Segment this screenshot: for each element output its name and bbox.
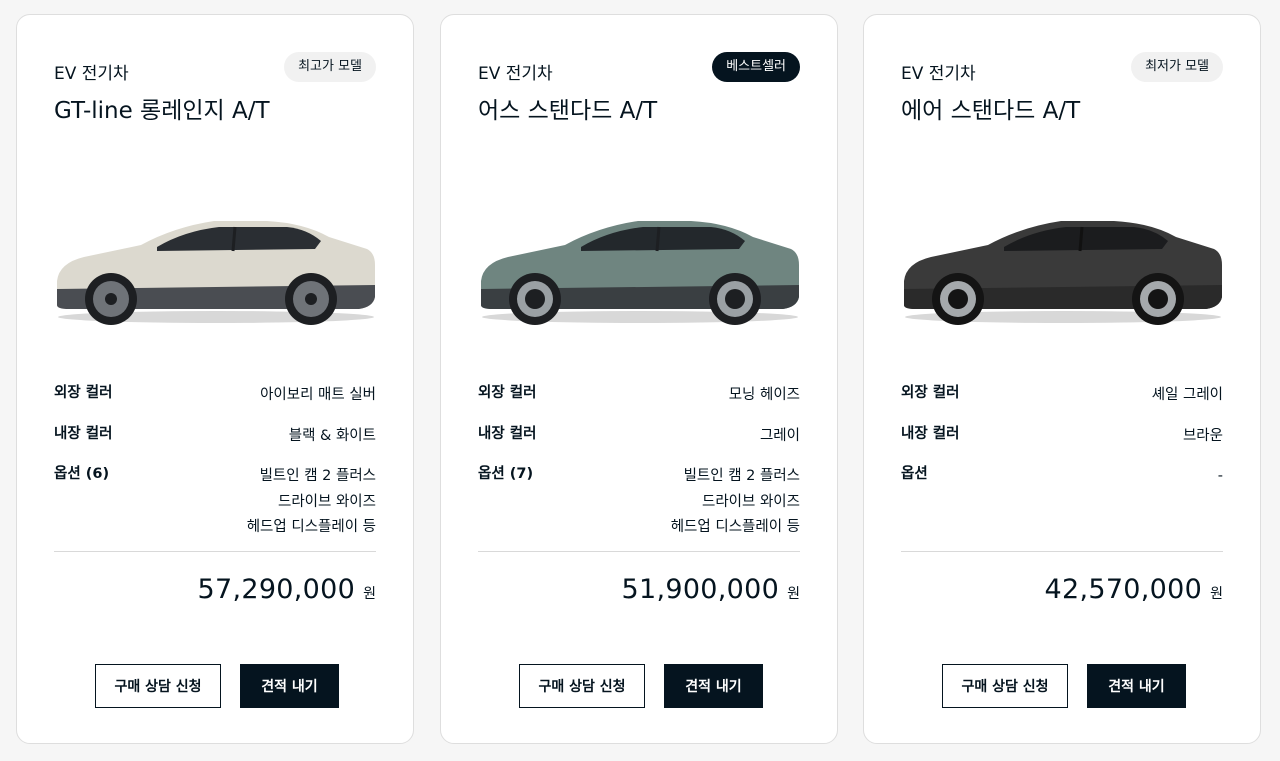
option-item: 드라이브 와이즈 bbox=[702, 493, 800, 510]
card-badge: 베스트셀러 bbox=[712, 52, 800, 82]
divider bbox=[54, 551, 376, 552]
car-image bbox=[904, 221, 1222, 325]
card-category: EV 전기차 bbox=[901, 64, 976, 84]
card-category: EV 전기차 bbox=[54, 64, 129, 84]
trim-cards: EV 전기차 최고가 모델 GT-line 롱레인지 A/T 외장 컬러 아이보… bbox=[0, 0, 1280, 761]
price-value: 42,570,000 bbox=[1044, 574, 1203, 605]
price: 42,570,000 원 bbox=[1045, 574, 1223, 605]
spec-value: 아이보리 매트 실버 bbox=[260, 387, 376, 403]
spec-options-list: 빌트인 캠 2 플러스 드라이브 와이즈 헤드업 디스플레이 등 bbox=[247, 464, 376, 541]
trim-card-gt-line: EV 전기차 최고가 모델 GT-line 롱레인지 A/T 외장 컬러 아이보… bbox=[16, 14, 414, 744]
spec-label: 외장 컬러 bbox=[478, 385, 537, 401]
consult-button[interactable]: 구매 상담 신청 bbox=[942, 664, 1068, 708]
card-title: GT-line 롱레인지 A/T bbox=[54, 98, 270, 124]
option-item: 헤드업 디스플레이 등 bbox=[670, 519, 800, 535]
spec-label: 내장 컬러 bbox=[901, 426, 960, 442]
spec-value: 브라운 bbox=[1182, 428, 1223, 444]
spec-label: 외장 컬러 bbox=[901, 385, 960, 401]
option-item: 빌트인 캠 2 플러스 bbox=[683, 468, 800, 484]
spec-value: 모닝 헤이즈 bbox=[728, 387, 800, 403]
trim-card-earth: EV 전기차 베스트셀러 어스 스탠다드 A/T 외장 컬러 모닝 헤이즈 내장… bbox=[440, 14, 838, 744]
spec-label: 내장 컬러 bbox=[478, 426, 537, 442]
car-image bbox=[481, 221, 799, 325]
consult-button[interactable]: 구매 상담 신청 bbox=[519, 664, 645, 708]
price-unit: 원 bbox=[787, 586, 800, 602]
card-badge: 최고가 모델 bbox=[284, 52, 376, 82]
spec-label: 외장 컬러 bbox=[54, 385, 113, 401]
card-badge: 최저가 모델 bbox=[1131, 52, 1223, 82]
card-title: 에어 스탠다드 A/T bbox=[901, 98, 1081, 124]
trim-card-air: EV 전기차 최저가 모델 에어 스탠다드 A/T 외장 컬러 셰일 그레이 내… bbox=[863, 14, 1261, 744]
spec-options-list: 빌트인 캠 2 플러스 드라이브 와이즈 헤드업 디스플레이 등 bbox=[671, 464, 800, 541]
spec-label: 옵션 (7) bbox=[478, 466, 534, 482]
divider bbox=[478, 551, 800, 552]
option-item: 드라이브 와이즈 bbox=[278, 493, 376, 510]
card-title: 어스 스탠다드 A/T bbox=[478, 98, 658, 124]
quote-button[interactable]: 견적 내기 bbox=[664, 664, 763, 708]
spec-value: 그레이 bbox=[759, 428, 800, 444]
spec-label: 옵션 (6) bbox=[54, 466, 110, 482]
consult-button[interactable]: 구매 상담 신청 bbox=[95, 664, 221, 708]
car-image bbox=[57, 221, 375, 325]
price-unit: 원 bbox=[1210, 586, 1223, 602]
spec-options-list: - bbox=[1218, 464, 1223, 490]
price: 51,900,000 원 bbox=[622, 574, 800, 605]
price-value: 51,900,000 bbox=[621, 574, 780, 605]
price: 57,290,000 원 bbox=[198, 574, 376, 605]
option-item: - bbox=[1217, 468, 1223, 484]
price-value: 57,290,000 bbox=[197, 574, 356, 605]
quote-button[interactable]: 견적 내기 bbox=[240, 664, 339, 708]
option-item: 헤드업 디스플레이 등 bbox=[246, 519, 376, 535]
spec-label: 내장 컬러 bbox=[54, 426, 113, 442]
quote-button[interactable]: 견적 내기 bbox=[1087, 664, 1186, 708]
spec-label: 옵션 bbox=[901, 466, 928, 482]
divider bbox=[901, 551, 1223, 552]
option-item: 빌트인 캠 2 플러스 bbox=[259, 468, 376, 484]
spec-value: 블랙 & 화이트 bbox=[288, 428, 376, 444]
spec-value: 셰일 그레이 bbox=[1151, 387, 1223, 403]
card-category: EV 전기차 bbox=[478, 64, 553, 84]
price-unit: 원 bbox=[363, 586, 376, 602]
